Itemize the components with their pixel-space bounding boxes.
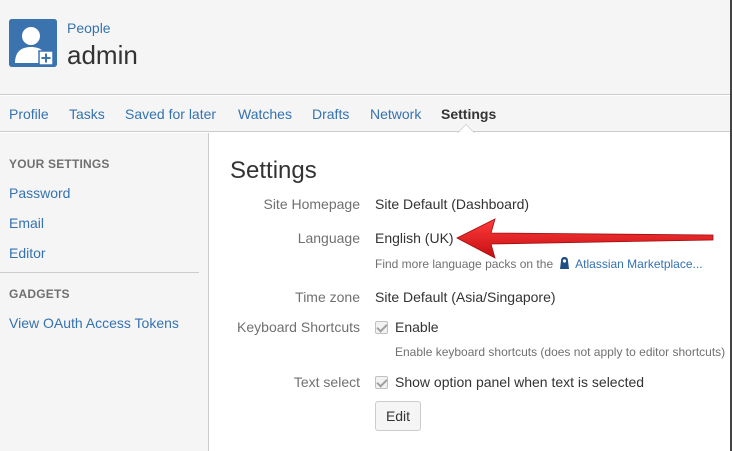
sidebar-divider [0, 272, 199, 273]
tab-drafts[interactable]: Drafts [312, 106, 349, 122]
keyboard-shortcuts-checkbox-label: Enable [395, 319, 439, 335]
tab-watches[interactable]: Watches [238, 106, 292, 122]
language-label: Language [297, 230, 360, 246]
page-header: People admin [0, 0, 732, 95]
sidebar-item-editor[interactable]: Editor [9, 245, 46, 261]
site-homepage-label: Site Homepage [263, 196, 360, 212]
tab-network[interactable]: Network [370, 106, 421, 122]
tab-settings[interactable]: Settings [441, 106, 496, 122]
breadcrumb-people[interactable]: People [67, 20, 111, 36]
keyboard-shortcuts-hint: Enable keyboard shortcuts (does not appl… [395, 345, 726, 359]
sidebar-item-email[interactable]: Email [9, 215, 44, 231]
keyboard-shortcuts-label: Keyboard Shortcuts [237, 319, 360, 335]
sidebar-heading-your-settings: YOUR SETTINGS [9, 157, 110, 171]
text-select-checkbox[interactable] [375, 376, 388, 389]
language-value: English (UK) [375, 230, 454, 246]
time-zone-label: Time zone [295, 289, 360, 305]
red-arrow-icon [456, 218, 714, 259]
settings-title: Settings [230, 157, 317, 184]
page-title: admin [67, 40, 138, 70]
text-select-label: Text select [293, 374, 360, 390]
tab-saved-for-later[interactable]: Saved for later [125, 106, 216, 122]
keyboard-shortcuts-checkbox[interactable] [375, 321, 388, 334]
edit-button[interactable]: Edit [375, 401, 421, 431]
user-avatar-icon[interactable] [9, 19, 57, 67]
tab-tasks[interactable]: Tasks [69, 106, 105, 122]
text-select-checkbox-label: Show option panel when text is selected [395, 374, 645, 390]
profile-tabs: Profile Tasks Saved for later Watches Dr… [0, 96, 732, 132]
active-tab-indicator [458, 125, 474, 133]
site-homepage-value: Site Default (Dashboard) [375, 196, 530, 212]
tab-profile[interactable]: Profile [9, 106, 49, 122]
time-zone-value: Site Default (Asia/Singapore) [375, 289, 556, 305]
